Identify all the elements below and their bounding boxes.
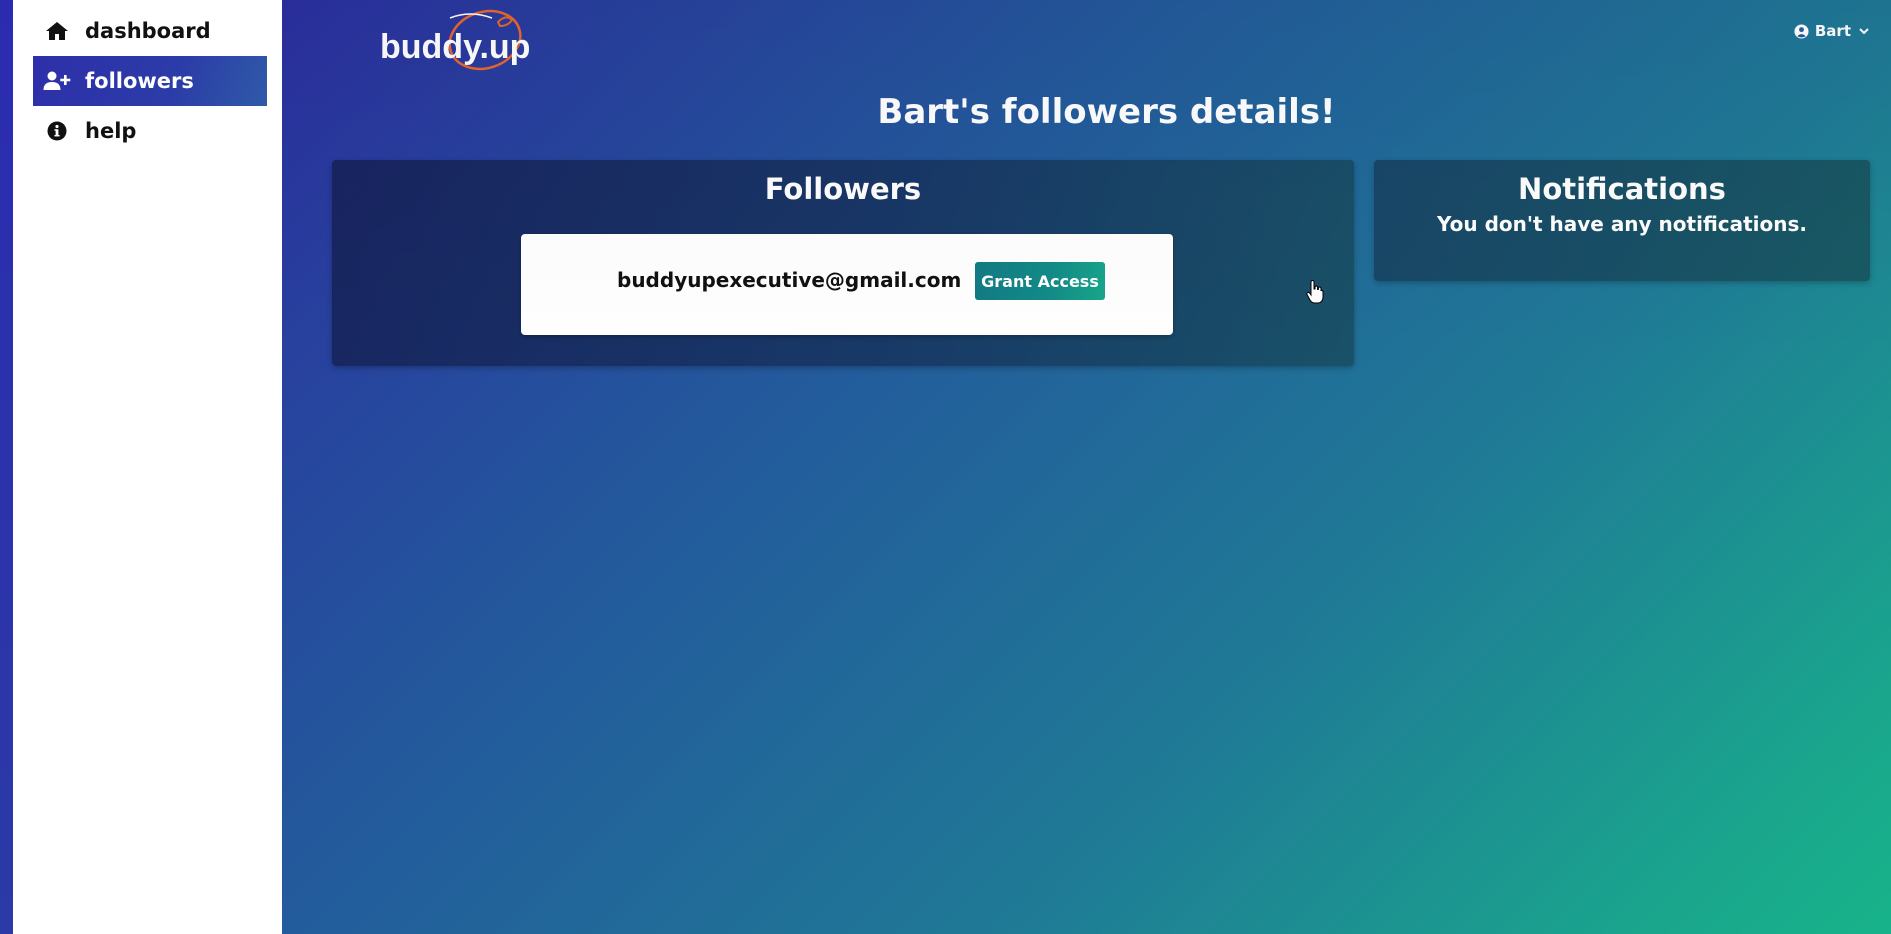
grant-access-button[interactable]: Grant Access bbox=[975, 262, 1105, 300]
sidebar-item-dashboard[interactable]: dashboard bbox=[33, 6, 267, 56]
window-left-edge bbox=[0, 0, 13, 934]
main-content: buddy.up Bart Bart's followers details! … bbox=[282, 0, 1891, 934]
followers-heading: Followers bbox=[764, 172, 922, 206]
info-circle-icon bbox=[43, 120, 71, 142]
follower-card: buddyupexecutive@gmail.com Grant Access bbox=[521, 234, 1173, 335]
sidebar-item-help[interactable]: help bbox=[33, 106, 267, 156]
page-title: Bart's followers details! bbox=[877, 92, 1336, 132]
user-circle-icon bbox=[1794, 23, 1809, 39]
follower-email: buddyupexecutive@gmail.com bbox=[617, 268, 962, 292]
user-menu[interactable]: Bart bbox=[1794, 22, 1869, 40]
followers-panel: Followers buddyupexecutive@gmail.com Gra… bbox=[332, 160, 1354, 366]
sidebar: dashboard followers help bbox=[13, 0, 282, 934]
home-icon bbox=[43, 20, 71, 42]
notifications-heading: Notifications bbox=[1518, 172, 1726, 206]
user-name: Bart bbox=[1814, 22, 1851, 40]
logo-text: buddy.up bbox=[380, 28, 531, 66]
notifications-panel: Notifications You don't have any notific… bbox=[1374, 160, 1870, 281]
sidebar-item-label: dashboard bbox=[85, 19, 211, 43]
app-logo[interactable]: buddy.up bbox=[380, 8, 550, 78]
notifications-empty-message: You don't have any notifications. bbox=[1436, 212, 1808, 236]
sidebar-item-label: help bbox=[85, 119, 137, 143]
chevron-down-icon bbox=[1859, 27, 1869, 35]
user-plus-icon bbox=[43, 70, 71, 92]
sidebar-item-followers[interactable]: followers bbox=[33, 56, 267, 106]
sidebar-item-label: followers bbox=[85, 69, 194, 93]
